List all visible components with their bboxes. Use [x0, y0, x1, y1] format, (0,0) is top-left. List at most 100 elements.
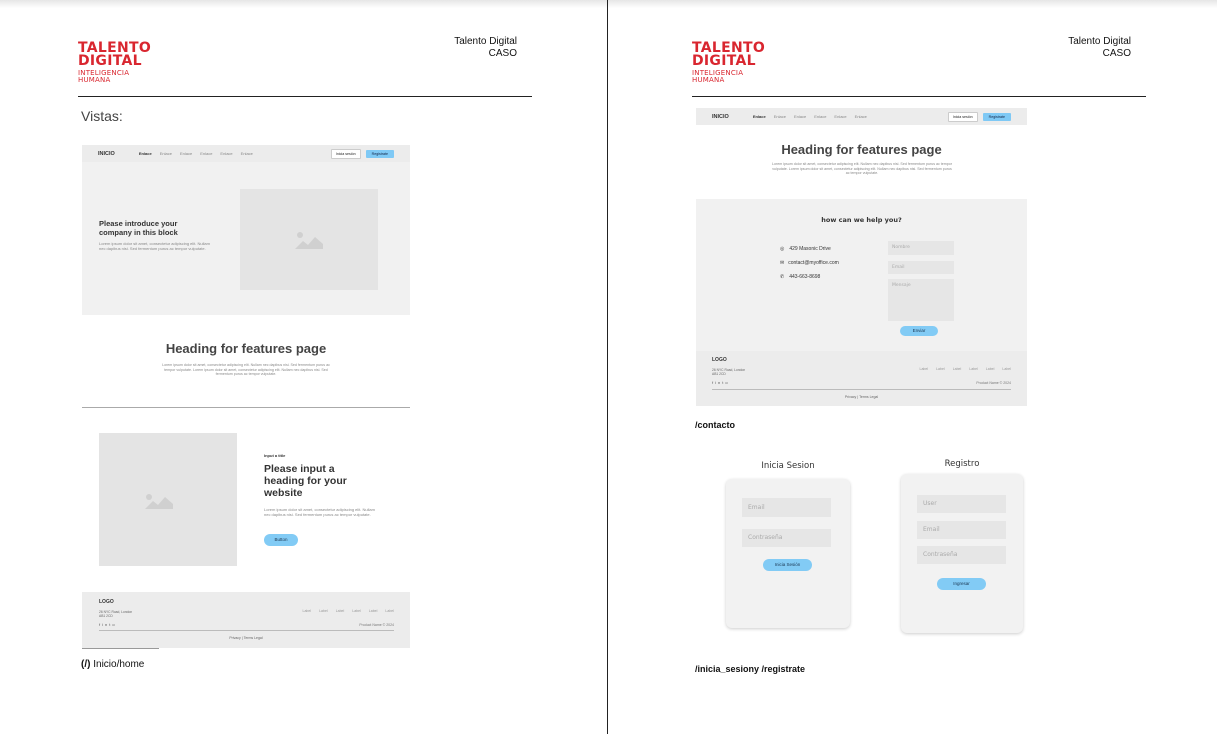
- logo-line4: HUMANA: [78, 76, 111, 84]
- login-email-field[interactable]: Email: [742, 498, 831, 517]
- nav-logo[interactable]: INICIO: [98, 151, 115, 157]
- footer-link[interactable]: Label: [986, 367, 995, 371]
- split-title: Please input a heading for your website: [264, 463, 347, 499]
- nav-link[interactable]: Enlace: [220, 151, 232, 156]
- login-button[interactable]: Inicia sesión: [947, 111, 978, 122]
- split-button[interactable]: Button: [264, 534, 298, 546]
- hero-body: Lorem ipsum dolor sit amet, consectetur …: [99, 241, 210, 251]
- home-footer: LOGO 26 NYC Road, London AB1 2CD finto L…: [82, 592, 410, 648]
- register-card: User Email Contraseña Ingresar: [901, 474, 1023, 633]
- footer-link[interactable]: Label: [385, 609, 394, 613]
- footer-copyright: Product Name © 2024: [976, 381, 1011, 385]
- nav-logo[interactable]: INICIO: [712, 114, 729, 120]
- nav-link[interactable]: Enlace: [774, 114, 786, 119]
- page-divider: [607, 0, 608, 734]
- name-field[interactable]: Nombre: [888, 241, 954, 255]
- section-title: Vistas:: [81, 108, 123, 124]
- features-title: Heading for features page: [781, 142, 942, 157]
- login-password-field[interactable]: Contraseña: [742, 529, 831, 547]
- header-right: Talento Digital CASO: [1031, 36, 1131, 60]
- home-caption-text: Inicio/home: [90, 659, 145, 670]
- nav-link[interactable]: Enlace: [241, 151, 253, 156]
- split-eyebrow: Input a title: [264, 453, 286, 458]
- footer-link[interactable]: Label: [1002, 367, 1011, 371]
- register-password-field[interactable]: Contraseña: [917, 546, 1006, 564]
- header-case: CASO: [1102, 48, 1131, 59]
- register-button[interactable]: Registrate: [365, 149, 394, 158]
- contact-phone: ✆ 443-663-8698: [780, 274, 820, 280]
- caption-rule: [82, 648, 159, 649]
- login-submit-button[interactable]: Inicia Sesión: [763, 559, 812, 571]
- features-title: Heading for features page: [165, 341, 327, 356]
- footer-rule: [99, 630, 394, 631]
- email-field[interactable]: Email: [888, 261, 954, 274]
- footer-address: 26 NYC Road, London AB1 2CD: [99, 610, 132, 618]
- register-title: Registro: [944, 459, 980, 469]
- hero-title-line2: company in this block: [99, 228, 178, 237]
- instagram-icon[interactable]: o: [112, 622, 116, 627]
- footer-legal[interactable]: Privacy | Terms Legal: [82, 636, 410, 640]
- nav-link[interactable]: Enlace: [139, 151, 152, 156]
- envelope-icon: ✉: [780, 260, 785, 266]
- header-org: Talento Digital: [1068, 36, 1131, 47]
- location-pin-icon: ◎: [780, 246, 785, 252]
- footer-address-line2: AB1 2CD: [712, 372, 726, 376]
- nav-link[interactable]: Enlace: [855, 114, 867, 119]
- phone-text: 443-663-8698: [789, 274, 821, 280]
- help-title: how can we help you?: [821, 216, 902, 224]
- register-submit-button[interactable]: Ingresar: [937, 578, 986, 590]
- footer-link[interactable]: Label: [303, 609, 312, 613]
- footer-logo: LOGO: [99, 599, 114, 605]
- nav-link[interactable]: Enlace: [200, 151, 212, 156]
- footer-link[interactable]: Label: [319, 609, 328, 613]
- logo-line4: HUMANA: [692, 76, 725, 84]
- email-text: contact@myoffice.com: [788, 260, 839, 266]
- footer-link[interactable]: Label: [352, 609, 361, 613]
- footer-logo: LOGO: [712, 357, 727, 363]
- home-caption: (/) Inicio/home: [81, 659, 144, 670]
- register-email-field[interactable]: Email: [917, 521, 1006, 539]
- footer-link[interactable]: Label: [969, 367, 978, 371]
- message-field[interactable]: Mensaje: [888, 279, 954, 321]
- nav-link[interactable]: Enlace: [794, 114, 806, 119]
- contact-caption: /contacto: [695, 420, 736, 430]
- nav-link[interactable]: Enlace: [180, 151, 192, 156]
- features-body: Lorem ipsum dolor sit amet, consectetur …: [772, 162, 952, 176]
- hero-title-line1: Please introduce your: [99, 219, 178, 228]
- contact-wireframe: INICIO Enlace Enlace Enlace Enlace Enlac…: [696, 108, 1027, 406]
- footer-link[interactable]: Label: [920, 367, 929, 371]
- nav-link[interactable]: Enlace: [753, 114, 766, 119]
- register-user-field[interactable]: User: [917, 495, 1006, 513]
- login-button[interactable]: Inicia sesión: [330, 148, 361, 159]
- footer-link[interactable]: Label: [336, 609, 345, 613]
- split-title-line1: Please input a: [264, 463, 335, 475]
- home-wireframe: INICIO Enlace Enlace Enlace Enlace Enlac…: [82, 145, 410, 650]
- footer-links: Label Label Label Label Label Label: [912, 367, 1011, 371]
- footer-address-line2: AB1 2CD: [99, 614, 113, 618]
- home-nav: INICIO Enlace Enlace Enlace Enlace Enlac…: [82, 145, 410, 162]
- contact-address: ◎ 429 Masonic Drive: [780, 246, 831, 252]
- footer-links: Label Label Label Label Label Label: [295, 609, 394, 613]
- footer-link[interactable]: Label: [369, 609, 378, 613]
- login-card: Email Contraseña Inicia Sesión: [726, 479, 850, 628]
- split-body: Lorem ipsum dolor sit amet, consectetur …: [264, 507, 375, 517]
- nav-link[interactable]: Enlace: [160, 151, 172, 156]
- instagram-icon[interactable]: o: [725, 380, 729, 385]
- header-case: CASO: [488, 48, 517, 59]
- nav-link[interactable]: Enlace: [834, 114, 846, 119]
- split-image-placeholder: [99, 433, 237, 566]
- header-rule: [78, 96, 532, 97]
- hero-image-placeholder: [240, 189, 378, 290]
- nav-link[interactable]: Enlace: [814, 114, 826, 119]
- auth-caption: /inicia_sesiony /registrate: [695, 664, 806, 674]
- footer-rule: [712, 389, 1011, 390]
- hero-title: Please introduce your company in this bl…: [99, 219, 178, 237]
- window-top-shadow: [0, 0, 1217, 8]
- contact-nav: INICIO Enlace Enlace Enlace Enlace Enlac…: [696, 108, 1027, 125]
- send-button[interactable]: Enviar: [900, 326, 938, 336]
- footer-legal[interactable]: Privacy | Terms Legal: [696, 395, 1027, 399]
- header-rule: [692, 96, 1146, 97]
- footer-link[interactable]: Label: [936, 367, 945, 371]
- register-button[interactable]: Registrate: [982, 112, 1011, 121]
- footer-link[interactable]: Label: [953, 367, 962, 371]
